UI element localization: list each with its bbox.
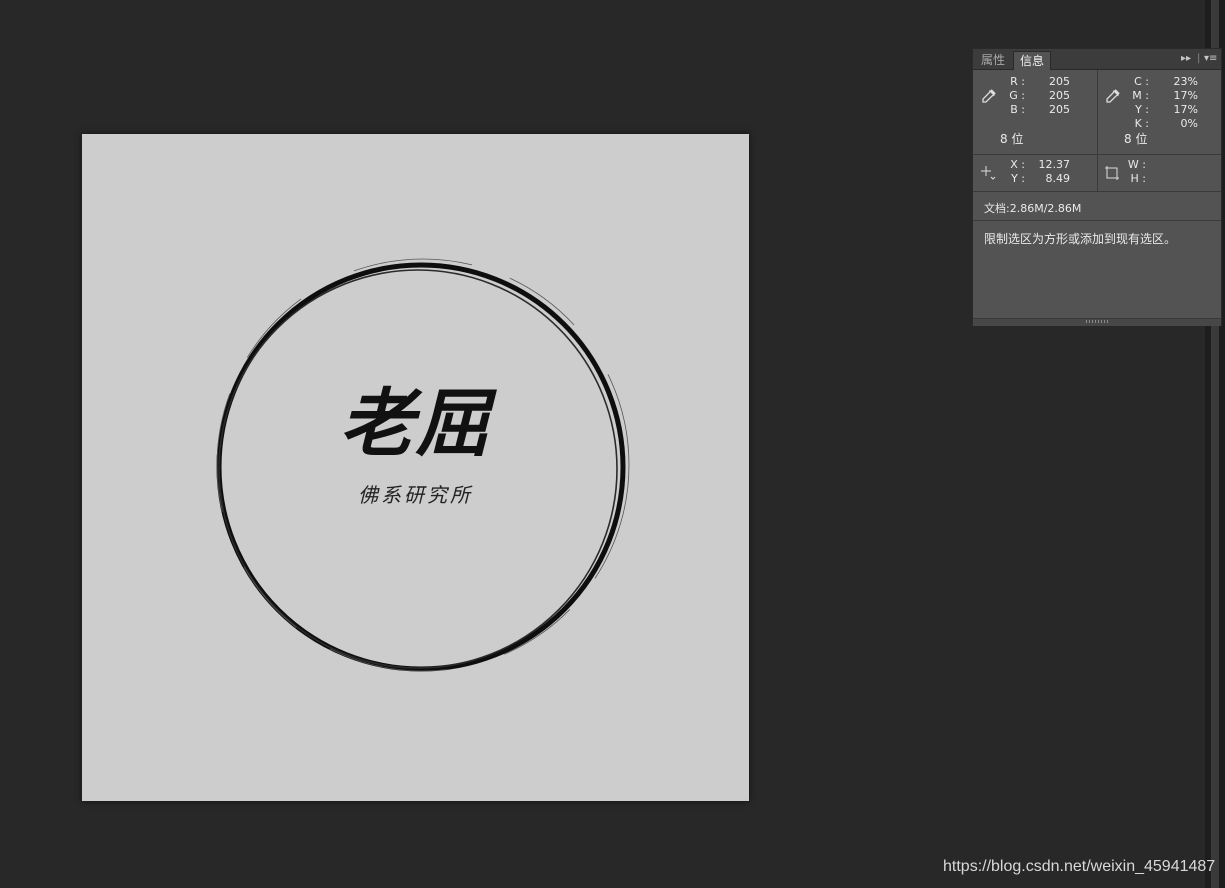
h-label: H : bbox=[1130, 172, 1146, 185]
panel-collapse-icon[interactable]: ▸▸ bbox=[1181, 53, 1191, 65]
c-value: 23% bbox=[1173, 75, 1198, 88]
c-label: C : bbox=[1134, 75, 1149, 88]
m-value: 17% bbox=[1173, 89, 1198, 102]
rgb-bit-depth: 8 位 bbox=[1000, 132, 1024, 146]
document-size-section: 文档:2.86M/2.86M bbox=[973, 192, 1221, 221]
w-label: W : bbox=[1127, 158, 1146, 171]
eyedropper-icon[interactable] bbox=[980, 89, 996, 105]
m-label: M : bbox=[1132, 89, 1149, 102]
y-label: Y : bbox=[1135, 103, 1149, 116]
x-value: 12.37 bbox=[1038, 158, 1071, 171]
b-value: 205 bbox=[1049, 103, 1070, 116]
tab-properties[interactable]: 属性 bbox=[975, 51, 1011, 69]
tool-hint-text: 限制选区为方形或添加到现有选区。 bbox=[984, 232, 1177, 246]
eyedropper-icon[interactable] bbox=[1104, 89, 1120, 105]
info-panel: 属性 信息 ▸▸ | ▾≡ R : 205 G : 205 B : 205 8 … bbox=[972, 48, 1222, 326]
document-size-info: 文档:2.86M/2.86M bbox=[984, 202, 1082, 215]
tab-info[interactable]: 信息 bbox=[1013, 51, 1052, 70]
r-value: 205 bbox=[1049, 75, 1070, 88]
watermark: https://blog.csdn.net/weixin_45941487 bbox=[943, 858, 1216, 875]
y-value: 17% bbox=[1173, 103, 1198, 116]
y-position-label: Y : bbox=[1011, 172, 1025, 185]
panel-resize-grip[interactable] bbox=[973, 318, 1221, 326]
panel-divider: | bbox=[1197, 53, 1201, 64]
b-label: B : bbox=[1010, 103, 1025, 116]
g-value: 205 bbox=[1049, 89, 1070, 102]
position-readout-section: X : 12.37 Y : 8.49 W : H : bbox=[973, 155, 1221, 192]
r-label: R : bbox=[1010, 75, 1025, 88]
logo-main-title: 老屈 bbox=[339, 381, 492, 467]
crosshair-icon bbox=[981, 166, 996, 180]
y-position-value: 8.49 bbox=[1045, 172, 1071, 185]
cmyk-bit-depth: 8 位 bbox=[1124, 132, 1148, 146]
g-label: G : bbox=[1009, 89, 1025, 102]
logo-subtitle: 佛系研究所 bbox=[358, 483, 473, 507]
color-readout-section: R : 205 G : 205 B : 205 8 位 C : 23% M : … bbox=[973, 70, 1221, 155]
panel-menu-icon[interactable]: ▾≡ bbox=[1204, 53, 1217, 65]
tool-hint-section: 限制选区为方形或添加到现有选区。 bbox=[973, 221, 1221, 317]
k-value: 0% bbox=[1180, 117, 1198, 130]
panel-tab-bar: 属性 信息 ▸▸ | ▾≡ bbox=[973, 49, 1221, 70]
k-label: K : bbox=[1134, 117, 1149, 130]
document-canvas[interactable]: 老屈 佛系研究所 bbox=[82, 134, 749, 801]
x-label: X : bbox=[1010, 158, 1025, 171]
